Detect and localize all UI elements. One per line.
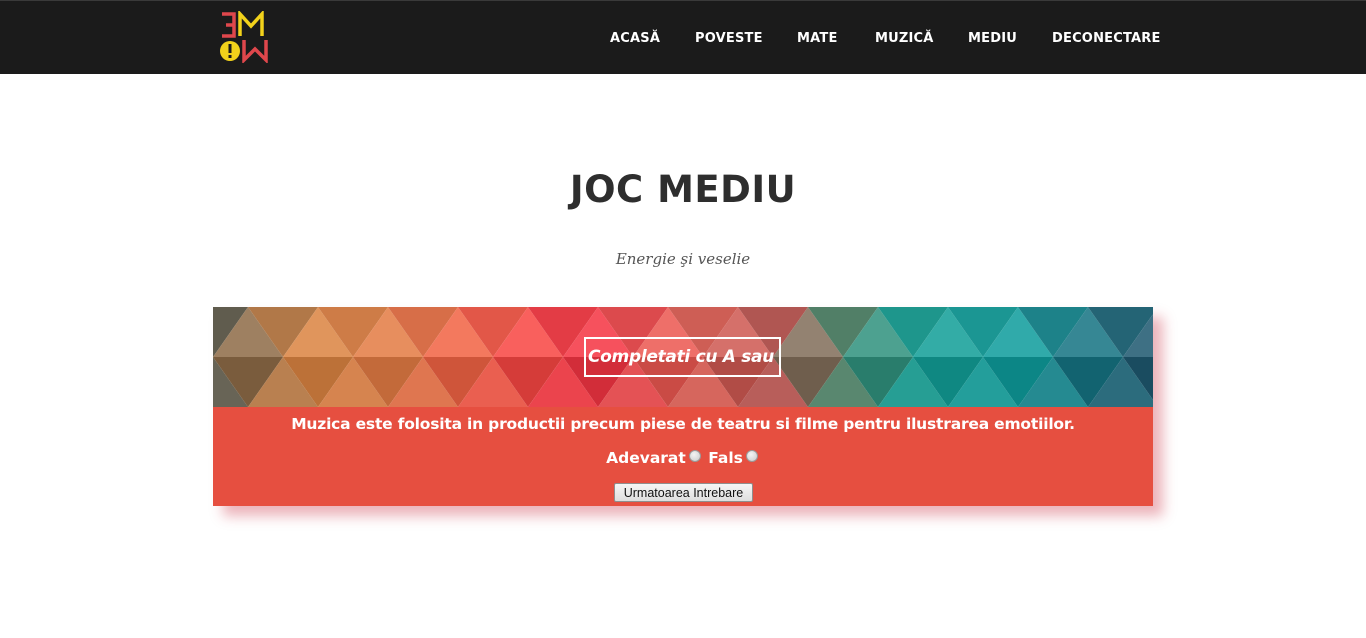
answer-options: Adevarat Fals	[213, 448, 1153, 467]
option-label-fals: Fals	[708, 448, 743, 467]
radio-fals[interactable]	[745, 450, 758, 462]
quiz-banner: Completati cu A sau F	[213, 307, 1153, 407]
top-navbar: ACASĂ POVESTE MATE MUZICĂ MEDIU DECONECT…	[0, 0, 1366, 74]
nav-link-poveste[interactable]: POVESTE	[695, 31, 763, 46]
radio-adevarat[interactable]	[688, 450, 701, 462]
banner-text: Completati cu A sau F	[588, 347, 781, 367]
nav-link-mediu[interactable]: MEDIU	[968, 31, 1017, 46]
nav-link-muzica[interactable]: MUZICĂ	[875, 31, 934, 46]
banner-frame: Completati cu A sau F	[584, 337, 781, 377]
nav-link-deconectare[interactable]: DECONECTARE	[1052, 31, 1161, 46]
next-question-button[interactable]: Urmatoarea Intrebare	[614, 483, 753, 502]
question-text: Muzica este folosita in productii precum…	[291, 415, 1075, 433]
quiz-body: Muzica este folosita in productii precum…	[213, 407, 1153, 506]
main-nav: ACASĂ POVESTE MATE MUZICĂ MEDIU DECONECT…	[0, 31, 1366, 51]
quiz-card: Completati cu A sau F Muzica este folosi…	[213, 307, 1153, 506]
page-subtitle: Energie şi veselie	[615, 250, 751, 268]
nav-link-mate[interactable]: MATE	[797, 31, 838, 46]
option-label-adevarat: Adevarat	[606, 448, 686, 467]
nav-link-acasa[interactable]: ACASĂ	[610, 31, 660, 46]
page-title: JOC MEDIU	[569, 168, 797, 211]
